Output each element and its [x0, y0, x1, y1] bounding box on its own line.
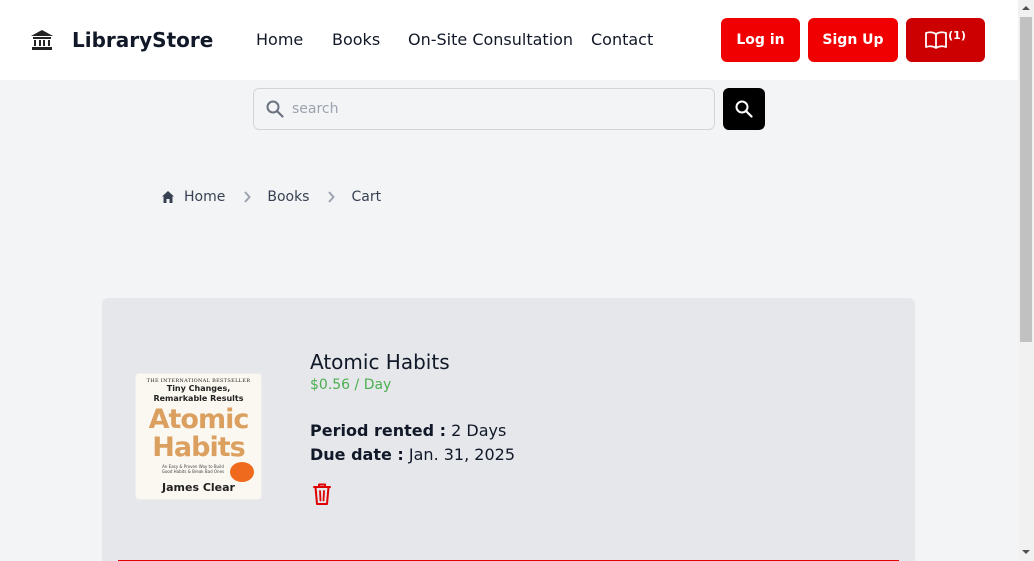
due-date-value: Jan. 31, 2025	[408, 445, 515, 464]
book-price: $0.56 / Day	[310, 377, 392, 393]
breadcrumb-home-label: Home	[184, 189, 226, 205]
signup-button[interactable]: Sign Up	[808, 18, 898, 62]
book-title[interactable]: Atomic Habits	[310, 350, 450, 374]
cover-title-line1: Atomic	[148, 404, 250, 435]
brand-name[interactable]: LibraryStore	[72, 28, 213, 52]
cover-subtitle: Tiny Changes, Remarkable Results	[153, 384, 244, 403]
rental-period-value: 2 Days	[451, 421, 507, 440]
search-icon	[735, 100, 753, 118]
nav-link-books[interactable]: Books	[332, 30, 380, 49]
search-input[interactable]	[292, 89, 702, 129]
cover-title-line2: Habits	[152, 432, 245, 463]
breadcrumb-books[interactable]: Books	[267, 189, 309, 205]
search-button[interactable]	[723, 88, 765, 130]
nav-link-consultation[interactable]: On-Site Consultation	[408, 30, 573, 49]
breadcrumb-books-label: Books	[267, 189, 310, 205]
chevron-right-icon	[327, 191, 336, 203]
signup-button-label: Sign Up	[822, 32, 884, 48]
cart-button[interactable]: (1)	[906, 18, 985, 62]
breadcrumb-cart-label: Cart	[351, 189, 382, 205]
scrollbar-thumb[interactable]	[1020, 17, 1032, 342]
due-date-label: Due date :	[310, 445, 404, 464]
breadcrumb: Home Books Cart	[161, 189, 381, 205]
chevron-right-icon	[243, 191, 252, 203]
nav-link-contact[interactable]: Contact	[591, 30, 653, 49]
scroll-down-arrow-icon[interactable]	[1022, 548, 1030, 556]
rental-period-label: Period rented :	[310, 421, 447, 440]
cart-count-badge: (1)	[948, 28, 966, 42]
book-cover-image[interactable]: THE INTERNATIONAL BESTSELLER Tiny Change…	[135, 373, 262, 500]
trash-icon[interactable]	[312, 482, 332, 506]
scroll-up-arrow-icon[interactable]	[1022, 4, 1030, 12]
breadcrumb-cart[interactable]: Cart	[351, 189, 381, 205]
search-field	[253, 88, 715, 130]
cover-badge	[230, 462, 254, 482]
cart-item-card: THE INTERNATIONAL BESTSELLER Tiny Change…	[102, 298, 915, 561]
login-button[interactable]: Log in	[721, 18, 800, 62]
library-logo-icon[interactable]	[30, 29, 54, 51]
rental-period: Period rented : 2 Days	[310, 421, 506, 440]
nav-link-home[interactable]: Home	[256, 30, 303, 49]
breadcrumb-home[interactable]: Home	[161, 189, 225, 205]
top-navbar: LibraryStore Home Books On-Site Consulta…	[0, 0, 1018, 80]
login-button-label: Log in	[736, 32, 785, 48]
due-date: Due date : Jan. 31, 2025	[310, 445, 515, 464]
open-book-icon	[925, 31, 948, 49]
home-icon	[162, 191, 174, 203]
vertical-scrollbar[interactable]	[1018, 0, 1034, 561]
cover-blurb: An Easy & Proven Way to Build Good Habit…	[161, 464, 225, 474]
cover-author: James Clear	[162, 481, 235, 494]
search-icon	[266, 100, 284, 118]
